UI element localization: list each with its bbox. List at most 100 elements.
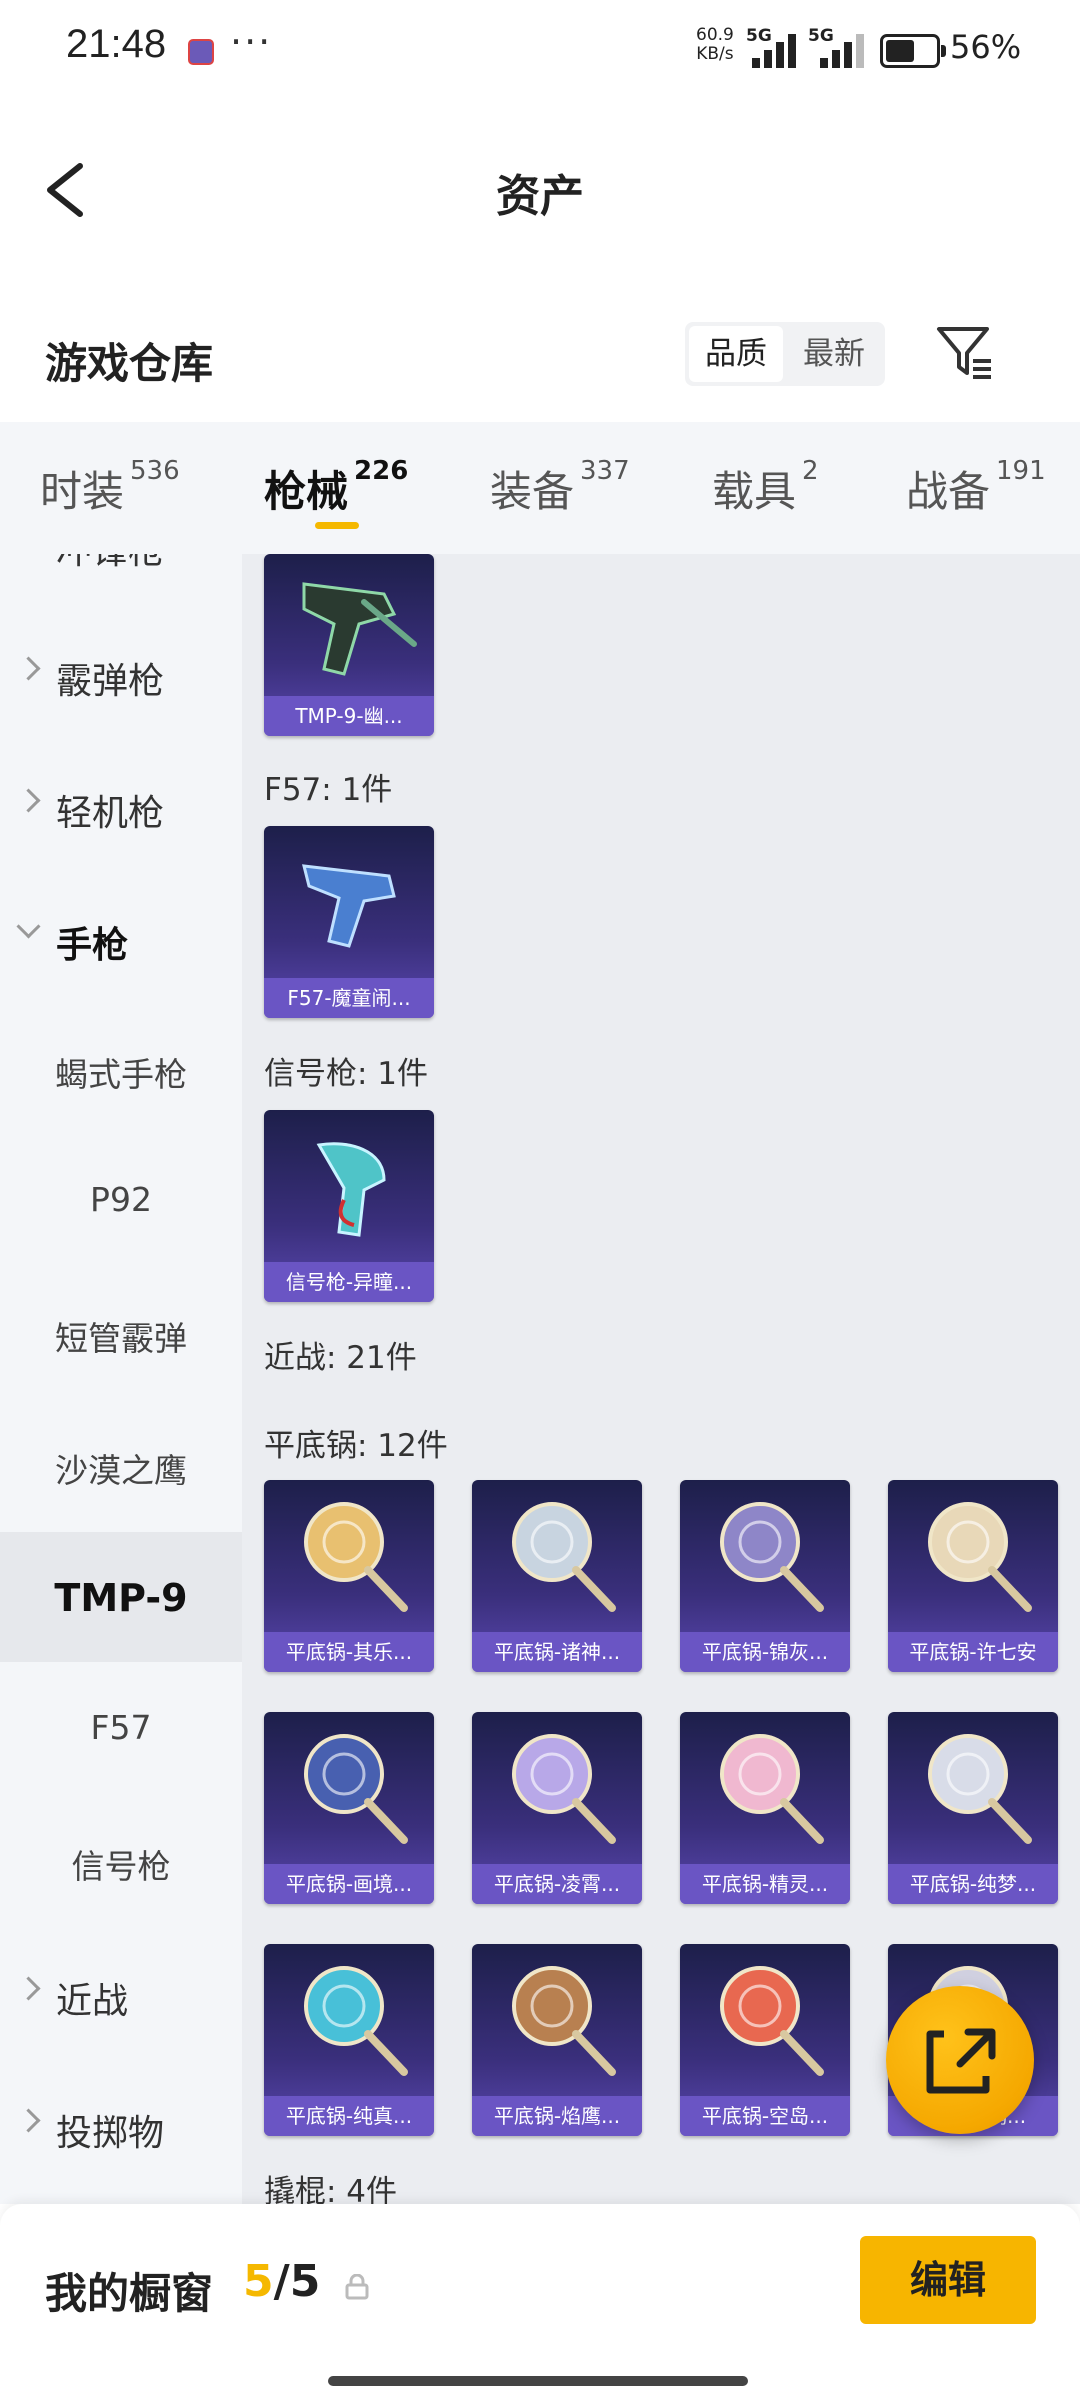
share-icon xyxy=(926,2028,996,2094)
item-card[interactable]: 平底锅-精灵... xyxy=(680,1712,850,1904)
network-speed: 60.9 KB/s xyxy=(696,26,734,64)
item-card-label: 平底锅-诸神... xyxy=(472,1632,642,1672)
network-speed-unit: KB/s xyxy=(696,44,734,64)
item-card-label: 平底锅-画境... xyxy=(264,1864,434,1904)
edit-button[interactable]: 编辑 xyxy=(860,2236,1036,2324)
sidebar-item-pistol[interactable]: 手枪 xyxy=(0,872,242,1002)
lock-icon xyxy=(345,2274,369,2300)
tab-supplies[interactable]: 战备 191 xyxy=(906,456,1046,519)
sidebar-item-label: 近战 xyxy=(56,1981,129,2022)
sidebar-item-label: 冲锋枪 xyxy=(56,554,164,574)
tab-equipment[interactable]: 装备 337 xyxy=(490,456,630,519)
sidebar-item-label: TMP-9 xyxy=(54,1576,188,1620)
tab-label: 时装 xyxy=(40,467,125,516)
sort-newest-button[interactable]: 最新 xyxy=(787,326,881,382)
tab-label: 战备 xyxy=(906,467,991,516)
category-sidebar: 冲锋枪 霰弹枪 轻机枪 手枪 蝎式手枪 P92 短管霰弹 沙漠之鹰 TMP-9 … xyxy=(0,554,242,2204)
frying-pan-icon xyxy=(928,1502,1032,1612)
chevron-right-icon xyxy=(16,656,41,681)
sidebar-item-throwables[interactable]: 投掷物 xyxy=(0,2060,242,2190)
item-card[interactable]: TMP-9-幽... xyxy=(264,554,434,736)
showcase-current: 5 xyxy=(243,2256,274,2307)
item-card[interactable]: 平底锅-凌霄... xyxy=(472,1712,642,1904)
item-card-label: 平底锅-空岛... xyxy=(680,2096,850,2136)
item-card-label: 平底锅-纯真... xyxy=(264,2096,434,2136)
showcase-count: 5/5 xyxy=(243,2256,320,2307)
sidebar-subitem-skorpion[interactable]: 蝎式手枪 xyxy=(0,1004,242,1134)
app-notification-icon xyxy=(188,39,214,65)
tab-label: 装备 xyxy=(490,467,575,516)
item-card-label: F57-魔童闹... xyxy=(264,978,434,1018)
sidebar-subitem-sawed-off[interactable]: 短管霰弹 xyxy=(0,1268,242,1398)
item-card[interactable]: 信号枪-异瞳... xyxy=(264,1110,434,1302)
sidebar-item-melee[interactable]: 近战 xyxy=(0,1928,242,2058)
chevron-right-icon xyxy=(16,1976,41,2001)
smg-icon xyxy=(302,582,417,676)
group-heading: 平底锅: 12件 xyxy=(264,1428,448,1464)
sidebar-subitem-tmp9[interactable]: TMP-9 xyxy=(0,1532,242,1662)
item-card[interactable]: 平底锅-许七安 xyxy=(888,1480,1058,1672)
page-title: 资产 xyxy=(496,171,584,222)
item-card-label: 平底锅-其乐... xyxy=(264,1632,434,1672)
sidebar-item-label: 蝎式手枪 xyxy=(55,1055,187,1094)
sidebar-subitem-flare-gun[interactable]: 信号枪 xyxy=(0,1796,242,1926)
sort-quality-button[interactable]: 品质 xyxy=(689,326,783,382)
tab-count: 536 xyxy=(130,456,180,486)
battery-icon xyxy=(880,34,946,68)
status-time: 21:48 xyxy=(66,22,167,66)
sidebar-item-label: P92 xyxy=(90,1180,152,1219)
sidebar-subitem-f57[interactable]: F57 xyxy=(0,1664,242,1794)
showcase-bar: 我的橱窗 5/5 编辑 xyxy=(0,2204,1080,2400)
frying-pan-icon xyxy=(720,1966,824,2076)
sidebar-item-label: F57 xyxy=(90,1708,152,1747)
sidebar-item-label: 沙漠之鹰 xyxy=(55,1451,187,1490)
flare-gun-icon xyxy=(316,1142,386,1237)
item-card-label: 平底锅-许七安 xyxy=(888,1632,1058,1672)
item-card[interactable]: 平底锅-其乐... xyxy=(264,1480,434,1672)
item-card[interactable]: 平底锅-诸神... xyxy=(472,1480,642,1672)
more-notifications-icon: ··· xyxy=(230,20,273,64)
item-card-label: 平底锅-焰鹰... xyxy=(472,2096,642,2136)
chevron-down-icon xyxy=(16,914,41,939)
sidebar-item-label: 霰弹枪 xyxy=(56,661,165,702)
item-card[interactable]: 平底锅-焰鹰... xyxy=(472,1944,642,2136)
item-card[interactable]: 平底锅-锦灰... xyxy=(680,1480,850,1672)
group-heading: 近战: 21件 xyxy=(264,1340,417,1376)
network-speed-value: 60.9 xyxy=(696,25,734,45)
item-card[interactable]: 平底锅-画境... xyxy=(264,1712,434,1904)
item-card[interactable]: 平底锅-空岛... xyxy=(680,1944,850,2136)
filter-icon[interactable] xyxy=(935,323,995,383)
item-card[interactable]: F57-魔童闹... xyxy=(264,826,434,1018)
item-card[interactable]: 平底锅-纯梦... xyxy=(888,1712,1058,1904)
frying-pan-icon xyxy=(720,1734,824,1844)
tab-vehicles[interactable]: 载具 2 xyxy=(712,456,819,519)
frying-pan-icon xyxy=(512,1502,616,1612)
tab-firearms[interactable]: 枪械 226 xyxy=(264,456,408,519)
item-card-label: 平底锅-纯梦... xyxy=(888,1864,1058,1904)
frying-pan-icon xyxy=(928,1734,1032,1844)
frying-pan-icon xyxy=(512,1734,616,1844)
active-tab-indicator xyxy=(315,522,359,529)
group-heading: F57: 1件 xyxy=(264,772,393,808)
item-grid: TMP-9-幽... F57: 1件 F57-魔童闹... 信号枪: 1件 信号… xyxy=(242,554,1080,2204)
sidebar-item-smg[interactable]: 冲锋枪 xyxy=(0,554,242,608)
sidebar-subitem-p92[interactable]: P92 xyxy=(0,1136,242,1266)
tab-fashion[interactable]: 时装 536 xyxy=(40,456,180,519)
frying-pan-icon xyxy=(720,1502,824,1612)
item-card[interactable]: 平底锅-纯真... xyxy=(264,1944,434,2136)
item-card-label: 平底锅-精灵... xyxy=(680,1864,850,1904)
signal-bars-1-icon xyxy=(752,34,798,68)
sidebar-item-label: 短管霰弹 xyxy=(55,1319,187,1358)
sidebar-item-lmg[interactable]: 轻机枪 xyxy=(0,740,242,870)
group-heading: 撬棍: 4件 xyxy=(264,2174,398,2204)
frying-pan-icon xyxy=(512,1966,616,2076)
sidebar-item-shotgun[interactable]: 霰弹枪 xyxy=(0,608,242,738)
section-title: 游戏仓库 xyxy=(45,339,214,388)
share-fab[interactable] xyxy=(886,1986,1034,2134)
group-heading: 信号枪: 1件 xyxy=(264,1056,429,1092)
tab-label: 枪械 xyxy=(264,467,349,516)
sidebar-subitem-desert-eagle[interactable]: 沙漠之鹰 xyxy=(0,1400,242,1530)
showcase-label: 我的橱窗 xyxy=(45,2269,214,2318)
item-card-label: TMP-9-幽... xyxy=(264,696,434,736)
tab-count: 337 xyxy=(580,456,630,486)
